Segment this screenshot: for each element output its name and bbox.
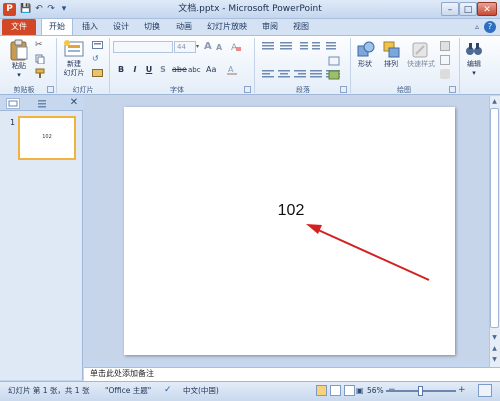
section-icon[interactable]: [92, 69, 103, 77]
paragraph-group-label: 段落: [296, 86, 310, 94]
editing-dropdown-icon[interactable]: ▾: [462, 69, 486, 78]
binoculars-icon[interactable]: [465, 40, 483, 58]
fit-to-window-icon[interactable]: [478, 384, 492, 397]
normal-view-button[interactable]: [316, 385, 327, 396]
underline-button[interactable]: U: [144, 65, 154, 75]
paragraph-launcher-icon[interactable]: [340, 86, 347, 93]
tab-animations[interactable]: 动画: [172, 19, 196, 35]
svg-text:A: A: [228, 65, 234, 74]
new-slide-icon[interactable]: [63, 39, 85, 59]
strikethrough-button[interactable]: abe: [172, 65, 187, 75]
zoom-in-icon[interactable]: +: [458, 385, 468, 395]
drawing-group-label: 绘图: [397, 86, 411, 94]
reading-view-button[interactable]: [344, 385, 355, 396]
slide-number: 1: [10, 118, 16, 127]
spelling-icon[interactable]: ✓: [164, 385, 175, 396]
font-color-icon[interactable]: A: [226, 64, 238, 76]
group-separator: [350, 38, 351, 93]
language-status[interactable]: 中文(中国): [183, 381, 243, 401]
shape-effects-icon[interactable]: [440, 69, 450, 79]
shapes-button[interactable]: 形状: [352, 60, 378, 69]
font-family-select[interactable]: [113, 41, 173, 53]
slide-sorter-view-button[interactable]: [330, 385, 341, 396]
window-title: 文档.pptx - Microsoft PowerPoint: [178, 4, 322, 14]
font-group-label: 字体: [170, 86, 184, 94]
paste-button[interactable]: 粘贴: [5, 62, 33, 71]
scroll-thumb[interactable]: [490, 108, 499, 328]
theme-status[interactable]: "Office 主题": [105, 381, 160, 401]
outline-tab[interactable]: [36, 98, 48, 109]
editing-button[interactable]: 编辑: [462, 60, 486, 69]
grow-font-button[interactable]: A: [204, 41, 214, 53]
paste-dropdown-icon[interactable]: ▾: [5, 71, 33, 80]
group-separator: [109, 38, 110, 93]
zoom-slider-thumb[interactable]: [418, 386, 423, 396]
shape-outline-icon[interactable]: [440, 55, 450, 65]
change-case-button[interactable]: Aa: [206, 65, 220, 75]
tab-view[interactable]: 视图: [289, 19, 313, 35]
clear-format-icon[interactable]: A: [230, 41, 242, 53]
arrange-button[interactable]: 排列: [378, 60, 404, 69]
font-launcher-icon[interactable]: [244, 86, 251, 93]
slideshow-view-button[interactable]: ▣: [356, 385, 367, 396]
tab-home[interactable]: 开始: [41, 18, 73, 36]
drawing-launcher-icon[interactable]: [449, 86, 456, 93]
annotation-arrow: [306, 224, 430, 281]
close-pane-icon[interactable]: ✕: [68, 97, 80, 109]
clipboard-group-label: 剪贴板: [13, 86, 35, 94]
format-painter-icon[interactable]: [35, 68, 45, 78]
minimize-ribbon-icon[interactable]: ▵: [471, 21, 483, 33]
clipboard-launcher-icon[interactable]: [47, 86, 54, 93]
font-size-dropdown-icon[interactable]: ▾: [196, 42, 202, 52]
notes-placeholder[interactable]: 单击此处添加备注: [90, 368, 240, 380]
quick-styles-button[interactable]: 快速样式: [404, 60, 438, 69]
tab-slideshow[interactable]: 幻灯片放映: [203, 19, 251, 35]
paste-icon[interactable]: [9, 39, 29, 61]
smartart-icon[interactable]: [328, 70, 340, 80]
cut-icon[interactable]: ✂: [35, 40, 45, 50]
layout-icon[interactable]: [92, 41, 103, 49]
tab-design[interactable]: 设计: [109, 19, 133, 35]
italic-button[interactable]: I: [130, 65, 140, 75]
zoom-level[interactable]: 56%: [367, 381, 387, 401]
quick-styles-icon[interactable]: [410, 40, 430, 60]
close-button[interactable]: ✕: [477, 2, 497, 16]
tab-insert[interactable]: 插入: [78, 19, 102, 35]
next-slide-icon[interactable]: ▼: [490, 355, 499, 365]
reset-slide-icon[interactable]: ↺: [92, 55, 103, 63]
bold-button[interactable]: B: [116, 65, 126, 75]
thumbnail-text: 102: [42, 134, 52, 140]
slides-tab[interactable]: [6, 98, 20, 109]
maximize-button[interactable]: □: [459, 2, 477, 16]
tab-file[interactable]: 文件: [2, 19, 36, 35]
copy-icon[interactable]: [35, 54, 45, 64]
group-separator: [56, 38, 57, 93]
text-direction-icon[interactable]: [328, 56, 340, 66]
group-separator: [459, 38, 460, 93]
slides-group-label: 幻灯片: [72, 86, 94, 94]
shapes-icon[interactable]: [356, 40, 376, 60]
slide-count-status: 幻灯片 第 1 张，共 1 张: [8, 386, 90, 395]
char-spacing-button[interactable]: abc: [188, 65, 202, 75]
font-size-select[interactable]: 44: [174, 41, 196, 53]
minimize-button[interactable]: –: [441, 2, 459, 16]
shadow-button[interactable]: S: [158, 65, 168, 75]
new-slide-label-1[interactable]: 新建: [60, 60, 88, 69]
shape-fill-icon[interactable]: [440, 41, 450, 51]
shrink-font-button[interactable]: A: [216, 43, 225, 53]
previous-slide-icon[interactable]: ▲: [490, 344, 499, 354]
help-icon[interactable]: ?: [484, 21, 496, 33]
tab-review[interactable]: 审阅: [258, 19, 282, 35]
new-slide-label-2[interactable]: 幻灯片: [56, 69, 92, 78]
scroll-down-icon[interactable]: ▼: [490, 333, 499, 343]
scroll-up-icon[interactable]: ▲: [490, 97, 499, 107]
arrange-icon[interactable]: [382, 40, 402, 60]
tab-transitions[interactable]: 切换: [140, 19, 164, 35]
group-separator: [254, 38, 255, 93]
